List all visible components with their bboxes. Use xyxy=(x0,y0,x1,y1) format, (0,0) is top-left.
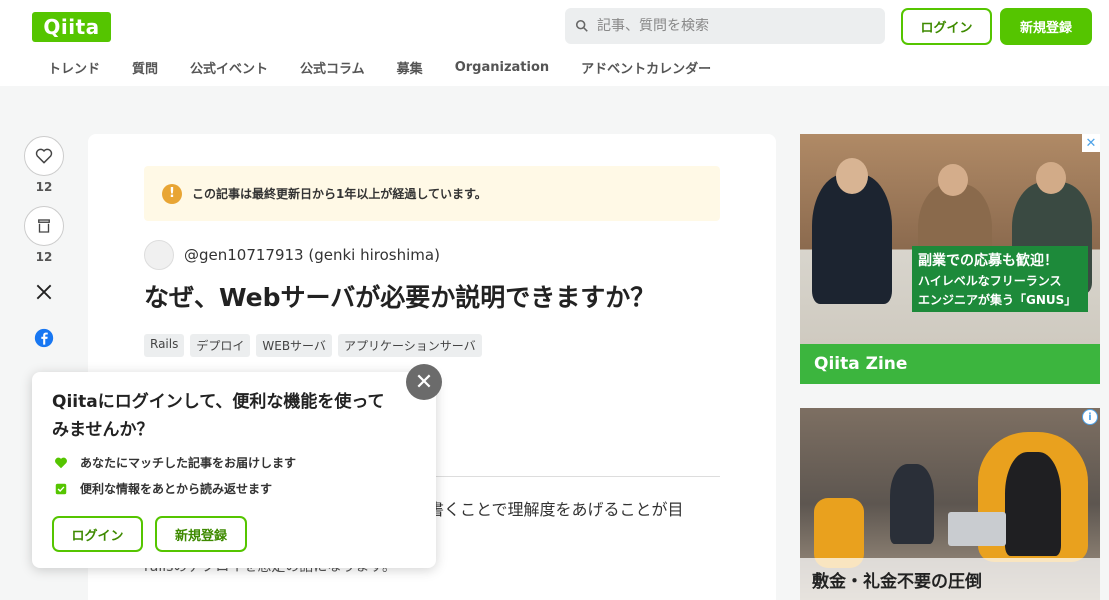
ad-person-head xyxy=(1036,162,1066,194)
popup-title: Qiitaにログインして、便利な機能を使ってみませんか？ xyxy=(52,392,385,440)
ad-copy-line: エンジニアが集う「GNUS」 xyxy=(918,293,1077,307)
ad-photo xyxy=(800,134,1100,344)
ad-info-icon[interactable]: i xyxy=(1082,409,1098,425)
popup-feature-text: 便利な情報をあとから読み返せます xyxy=(80,482,273,496)
popup-feature-item: 便利な情報をあとから読み返せます xyxy=(54,480,272,497)
outdated-notice: ! この記事は最終更新日から1年以上が経過しています。 xyxy=(144,166,720,221)
nav-organization[interactable]: Organization xyxy=(439,60,565,75)
heart-icon xyxy=(55,457,67,468)
heart-icon xyxy=(35,148,53,164)
facebook-icon xyxy=(34,328,54,348)
x-icon xyxy=(36,284,52,300)
like-count: 12 xyxy=(35,180,53,194)
tag-application-server[interactable]: アプリケーションサーバ xyxy=(337,334,482,357)
ad-person-head xyxy=(836,158,868,194)
nav-advent-calendar[interactable]: アドベントカレンダー xyxy=(565,58,727,77)
popup-feature-text: あなたにマッチした記事をお届けします xyxy=(80,456,297,470)
ad-caption: 敷金・礼金不要の圧倒 xyxy=(800,558,1100,600)
ad-person-head xyxy=(938,164,968,196)
notice-text: この記事は最終更新日から1年以上が経過しています。 xyxy=(192,187,487,201)
search-input[interactable] xyxy=(597,18,867,34)
login-prompt-popup: Qiitaにログインして、便利な機能を使ってみませんか？ あなたにマッチした記事… xyxy=(32,372,436,568)
nav-official-columns[interactable]: 公式コラム xyxy=(284,58,381,77)
search-icon xyxy=(575,19,588,32)
nav-recruitment[interactable]: 募集 xyxy=(381,58,439,77)
popup-close-icon[interactable]: ✕ xyxy=(406,364,442,400)
popup-login-button[interactable]: ログイン xyxy=(52,516,143,552)
tag-rails[interactable]: Rails xyxy=(144,334,185,357)
nav-official-events[interactable]: 公式イベント xyxy=(174,58,284,77)
main-nav: トレンド 質問 公式イベント 公式コラム 募集 Organization アドベ… xyxy=(32,55,727,79)
nav-questions[interactable]: 質問 xyxy=(116,58,174,77)
tag-list: Rails デプロイ WEBサーバ アプリケーションサーバ xyxy=(144,334,488,357)
tag-web-server[interactable]: WEBサーバ xyxy=(256,334,332,357)
ad-banner-office[interactable]: 敷金・礼金不要の圧倒 i xyxy=(800,408,1100,600)
author-avatar[interactable] xyxy=(144,240,174,270)
stock-check-icon xyxy=(55,483,67,494)
author-name[interactable]: @gen10717913 (genki hiroshima) xyxy=(184,246,440,264)
author-info[interactable]: @gen10717913 (genki hiroshima) xyxy=(144,240,440,270)
popup-signup-button[interactable]: 新規登録 xyxy=(155,516,247,552)
stock-count: 12 xyxy=(35,250,53,264)
article-body-line: 書くことで理解度をあげることが目 xyxy=(428,500,684,519)
share-x-button[interactable] xyxy=(24,282,64,302)
ad-laptop xyxy=(948,512,1006,546)
search-box[interactable] xyxy=(565,8,885,44)
stock-icon xyxy=(38,219,50,233)
login-button[interactable]: ログイン xyxy=(901,8,992,45)
tag-deploy[interactable]: デプロイ xyxy=(190,334,251,357)
warning-icon: ! xyxy=(162,183,182,204)
nav-trend[interactable]: トレンド xyxy=(32,58,116,77)
ad-person xyxy=(890,464,934,544)
share-facebook-button[interactable] xyxy=(24,328,64,348)
qiita-logo[interactable]: Qiita xyxy=(32,12,111,42)
ad-banner-gnus[interactable]: 副業での応募も歓迎！ ハイレベルなフリーランス エンジニアが集う「GNUS」 Q… xyxy=(800,134,1100,384)
ad-copy-line: ハイレベルなフリーランス xyxy=(918,274,1062,288)
site-header: Qiita ログイン 新規登録 トレンド 質問 公式イベント 公式コラム 募集 … xyxy=(0,0,1109,86)
ad-brand-label: Qiita Zine xyxy=(800,344,1100,384)
ad-person xyxy=(1005,452,1061,556)
signup-button[interactable]: 新規登録 xyxy=(1000,8,1092,45)
popup-feature-item: あなたにマッチした記事をお届けします xyxy=(54,454,296,471)
ad-close-icon[interactable]: ✕ xyxy=(1082,134,1100,152)
stock-button[interactable] xyxy=(24,206,64,246)
ad-copy-line: 副業での応募も歓迎！ xyxy=(918,253,1058,269)
article-title: なぜ、Webサーバが必要か説明できますか？ xyxy=(144,283,656,312)
article-actions: 12 12 xyxy=(24,136,64,348)
ad-copy: 副業での応募も歓迎！ ハイレベルなフリーランス エンジニアが集う「GNUS」 xyxy=(912,246,1088,312)
like-button[interactable] xyxy=(24,136,64,176)
